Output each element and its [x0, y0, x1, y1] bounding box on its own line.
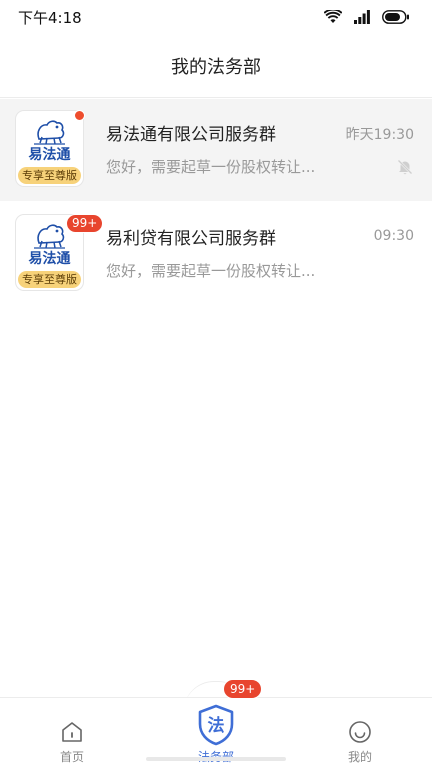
nav-header: 我的法务部 [0, 34, 432, 98]
page-title: 我的法务部 [171, 57, 261, 78]
svg-text:易法通: 易法通 [29, 146, 71, 163]
yifatong-logo-icon: 易法通 [29, 120, 71, 163]
tab-home[interactable]: 首页 [0, 698, 144, 768]
unread-dot [74, 110, 85, 121]
status-bar: 下午4:18 [0, 0, 432, 34]
chat-preview: 您好，需要起草一份股权转让... [106, 262, 316, 280]
status-time: 下午4:18 [18, 9, 82, 27]
svg-text:易法通: 易法通 [29, 250, 71, 267]
tier-badge: 专享至尊版 [18, 271, 81, 288]
smiley-profile-icon [348, 720, 372, 748]
battery-icon [382, 9, 410, 28]
home-indicator[interactable] [146, 757, 286, 761]
chat-preview: 您好，需要起草一份股权转让... [106, 158, 316, 176]
tier-badge: 专享至尊版 [18, 167, 81, 184]
unread-count-badge: 99+ [66, 214, 104, 233]
tab-profile[interactable]: 我的 [288, 698, 432, 768]
law-shield-icon: 法 [196, 704, 236, 750]
status-icons [323, 8, 410, 28]
tab-label: 首页 [59, 750, 84, 764]
chat-time: 09:30 [373, 228, 414, 244]
group-avatar: 易法通 专享至尊版 [16, 111, 83, 186]
tab-unread-badge: 99+ [223, 679, 263, 699]
chat-list-item[interactable]: 易法通 专享至尊版 99+ 易利贷有限公司服务群 09:30 您好，需要起草一份… [0, 203, 432, 305]
app-screen: 下午4:18 我的法务部 易法通 专享至尊版 易法通有限公司服务群 昨天19:3… [0, 0, 432, 768]
mute-bell-icon [396, 158, 414, 180]
chat-name: 易利贷有限公司服务群 [106, 229, 276, 249]
wifi-icon [323, 8, 343, 28]
chat-name: 易法通有限公司服务群 [106, 125, 276, 145]
tab-label: 我的 [347, 750, 372, 764]
cellular-signal-icon [354, 9, 370, 28]
chat-time: 昨天19:30 [345, 127, 414, 143]
chat-list-item[interactable]: 易法通 专享至尊版 易法通有限公司服务群 昨天19:30 您好，需要起草一份股权… [0, 99, 432, 201]
svg-text:法: 法 [208, 715, 225, 736]
home-icon [60, 720, 84, 748]
